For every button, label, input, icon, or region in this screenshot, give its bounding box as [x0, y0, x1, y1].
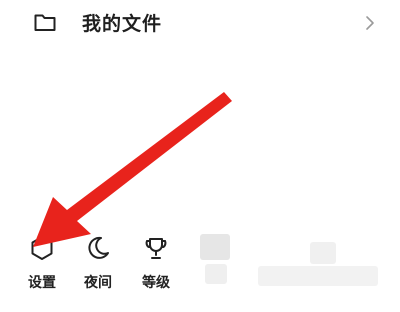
settings-label: 设置	[28, 275, 56, 291]
night-mode-button[interactable]: 夜间	[73, 228, 123, 298]
my-files-label: 我的文件	[82, 13, 163, 35]
level-button[interactable]: 等级	[131, 228, 181, 298]
night-mode-label: 夜间	[84, 275, 112, 291]
trophy-icon	[145, 238, 167, 259]
chevron-right-icon	[366, 16, 374, 30]
blurred-icon	[205, 264, 227, 284]
moon-icon	[88, 236, 109, 259]
folder-icon	[34, 14, 56, 31]
blurred-icon	[200, 234, 230, 260]
settings-button[interactable]: 设置	[17, 228, 67, 298]
blurred-icon	[310, 242, 336, 264]
level-label: 等级	[142, 275, 170, 291]
blurred-label	[258, 266, 378, 286]
my-files-row[interactable]: 我的文件	[0, 0, 400, 46]
bottom-toolbar: 设置 夜间 等级	[0, 228, 400, 308]
hexagon-settings-icon	[31, 236, 53, 260]
